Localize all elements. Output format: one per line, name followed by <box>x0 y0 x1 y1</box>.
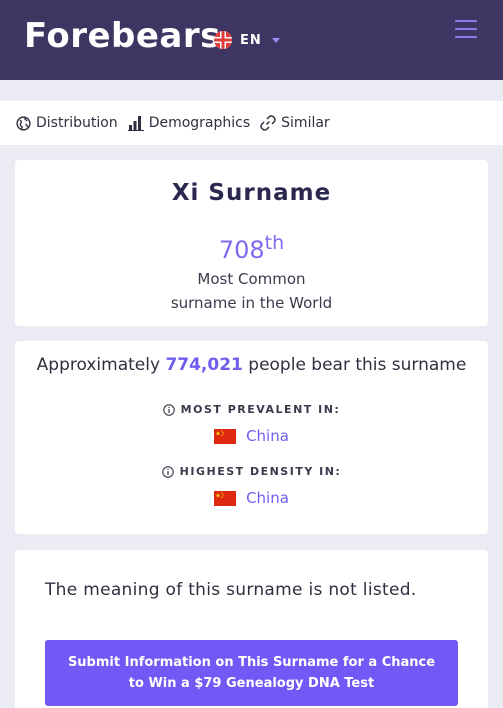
population-prefix: Approximately <box>36 355 161 375</box>
site-header: Forebears EN <box>0 0 503 80</box>
meaning-text: The meaning of this surname is not liste… <box>45 580 417 600</box>
hamburger-menu-icon[interactable] <box>455 20 477 38</box>
rank-suffix: th <box>264 232 285 254</box>
info-icon[interactable] <box>162 403 175 416</box>
meaning-card: The meaning of this surname is not liste… <box>15 550 488 708</box>
bar-chart-icon <box>127 115 144 131</box>
population-card: Approximately 774,021 people bear this s… <box>15 341 488 534</box>
population-statement: Approximately 774,021 people bear this s… <box>15 355 488 375</box>
rank-value: 708th <box>15 232 488 264</box>
highest-density-country: China <box>246 489 289 507</box>
highest-density-heading: HIGHEST DENSITY IN: <box>15 465 488 478</box>
surname-subnav: Distribution Demographics Similar <box>0 101 503 145</box>
most-prevalent-label: MOST PREVALENT IN: <box>180 403 341 416</box>
subnav-label-similar: Similar <box>281 115 330 131</box>
surname-summary-card: Xi Surname 708th Most Common surname in … <box>15 160 488 326</box>
highest-density-label: HIGHEST DENSITY IN: <box>179 465 342 478</box>
chevron-down-icon <box>271 37 280 43</box>
globe-icon <box>16 115 31 131</box>
submit-button-line1: Submit Information on This Surname for a… <box>67 655 436 670</box>
submit-button-line2: to Win a $79 Genealogy DNA Test <box>128 676 375 691</box>
language-code: EN <box>240 32 262 48</box>
rank-number: 708 <box>218 236 265 264</box>
highest-density-country-link[interactable]: China <box>15 489 488 507</box>
most-prevalent-country: China <box>246 427 289 445</box>
china-flag-icon <box>214 490 237 506</box>
subnav-item-similar[interactable]: Similar <box>260 115 330 131</box>
link-icon <box>260 115 276 131</box>
subnav-label-distribution: Distribution <box>36 115 118 131</box>
population-suffix: people bear this surname <box>248 355 467 375</box>
subnav-label-demographics: Demographics <box>148 115 251 131</box>
subnav-item-distribution[interactable]: Distribution <box>16 115 118 131</box>
language-selector[interactable]: EN <box>214 30 280 50</box>
china-flag-icon <box>214 428 237 444</box>
rank-caption-line2: surname in the World <box>170 294 333 312</box>
most-prevalent-country-link[interactable]: China <box>15 427 488 445</box>
subnav-item-demographics[interactable]: Demographics <box>127 115 251 131</box>
most-prevalent-heading: MOST PREVALENT IN: <box>15 403 488 416</box>
page-title: Xi Surname <box>171 180 332 206</box>
population-count: 774,021 <box>165 355 243 375</box>
info-icon[interactable] <box>161 465 174 478</box>
rank-caption-line1: Most Common <box>197 270 306 288</box>
uk-flag-icon <box>214 31 232 49</box>
site-logo[interactable]: Forebears <box>24 16 221 56</box>
submit-information-button[interactable]: Submit Information on This Surname for a… <box>45 640 458 706</box>
